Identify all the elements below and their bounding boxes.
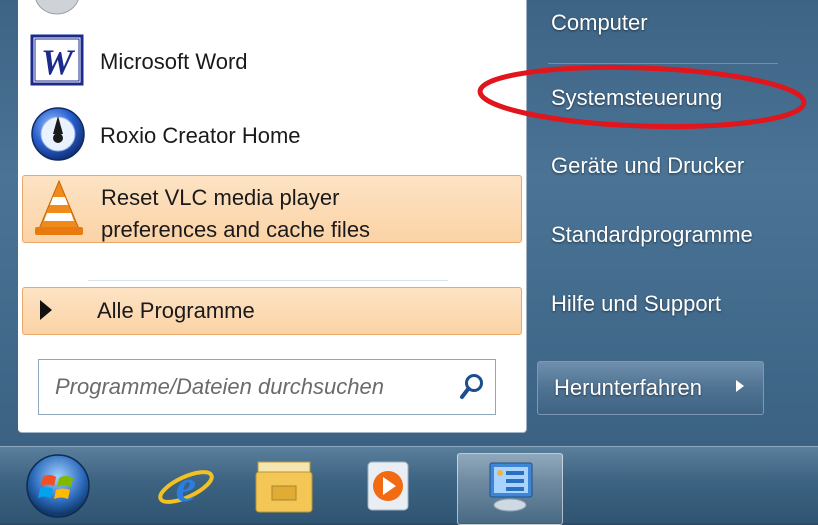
- right-item-hilfe-und-support[interactable]: Hilfe und Support: [551, 291, 721, 317]
- taskbar-file-explorer[interactable]: [240, 453, 328, 523]
- all-programs-button[interactable]: Alle Programme: [22, 287, 522, 335]
- program-label-reset-vlc-line1: Reset VLC media player: [101, 185, 340, 210]
- file-explorer-icon: [252, 456, 316, 521]
- triangle-right-icon: [39, 299, 53, 326]
- taskbar-control-panel[interactable]: [457, 453, 563, 525]
- program-item-roxio-creator-home[interactable]: Roxio Creator Home: [22, 104, 520, 168]
- right-item-standardprogramme[interactable]: Standardprogramme: [551, 222, 753, 248]
- program-label-reset-vlc-line2: preferences and cache files: [101, 217, 371, 242]
- program-label-microsoft-word: Microsoft Word: [100, 49, 248, 74]
- start-menu: W Microsoft Word Roxio Creator Home Rese…: [0, 0, 818, 446]
- program-item-reset-vlc[interactable]: Reset VLC media player preferences and c…: [22, 175, 522, 243]
- control-panel-icon: [480, 457, 540, 522]
- svg-text:W: W: [41, 42, 76, 82]
- media-player-icon: [362, 458, 414, 519]
- right-item-computer[interactable]: Computer: [551, 10, 648, 36]
- start-orb-icon: [25, 453, 91, 524]
- search-icon[interactable]: [459, 373, 485, 406]
- chevron-right-icon: [734, 378, 746, 399]
- vlc-icon: [31, 177, 87, 242]
- taskbar: e: [0, 446, 818, 525]
- search-input[interactable]: [53, 362, 453, 412]
- partial-program-icon: [32, 0, 82, 23]
- program-label-reset-vlc: Reset VLC media player preferences and c…: [101, 182, 370, 246]
- search-box[interactable]: [38, 359, 496, 415]
- start-menu-programs-pane: W Microsoft Word Roxio Creator Home Rese…: [18, 0, 527, 433]
- right-item-geraete-und-drucker[interactable]: Geräte und Drucker: [551, 153, 744, 179]
- svg-text:e: e: [176, 460, 196, 511]
- taskbar-internet-explorer[interactable]: e: [142, 453, 230, 523]
- word-icon: W: [30, 34, 84, 91]
- program-item-microsoft-word[interactable]: W Microsoft Word: [22, 30, 520, 94]
- programs-separator: [88, 280, 448, 281]
- shutdown-button[interactable]: Herunterfahren: [537, 361, 719, 415]
- red-annotation-ellipse: [477, 64, 807, 130]
- roxio-icon: [30, 106, 86, 167]
- taskbar-media-player[interactable]: [344, 453, 432, 523]
- shutdown-label: Herunterfahren: [554, 375, 702, 400]
- all-programs-label: Alle Programme: [97, 298, 255, 323]
- program-label-roxio-creator-home: Roxio Creator Home: [100, 123, 301, 148]
- shutdown-options-button[interactable]: [717, 361, 764, 415]
- start-button[interactable]: [14, 453, 102, 523]
- internet-explorer-icon: e: [155, 457, 217, 520]
